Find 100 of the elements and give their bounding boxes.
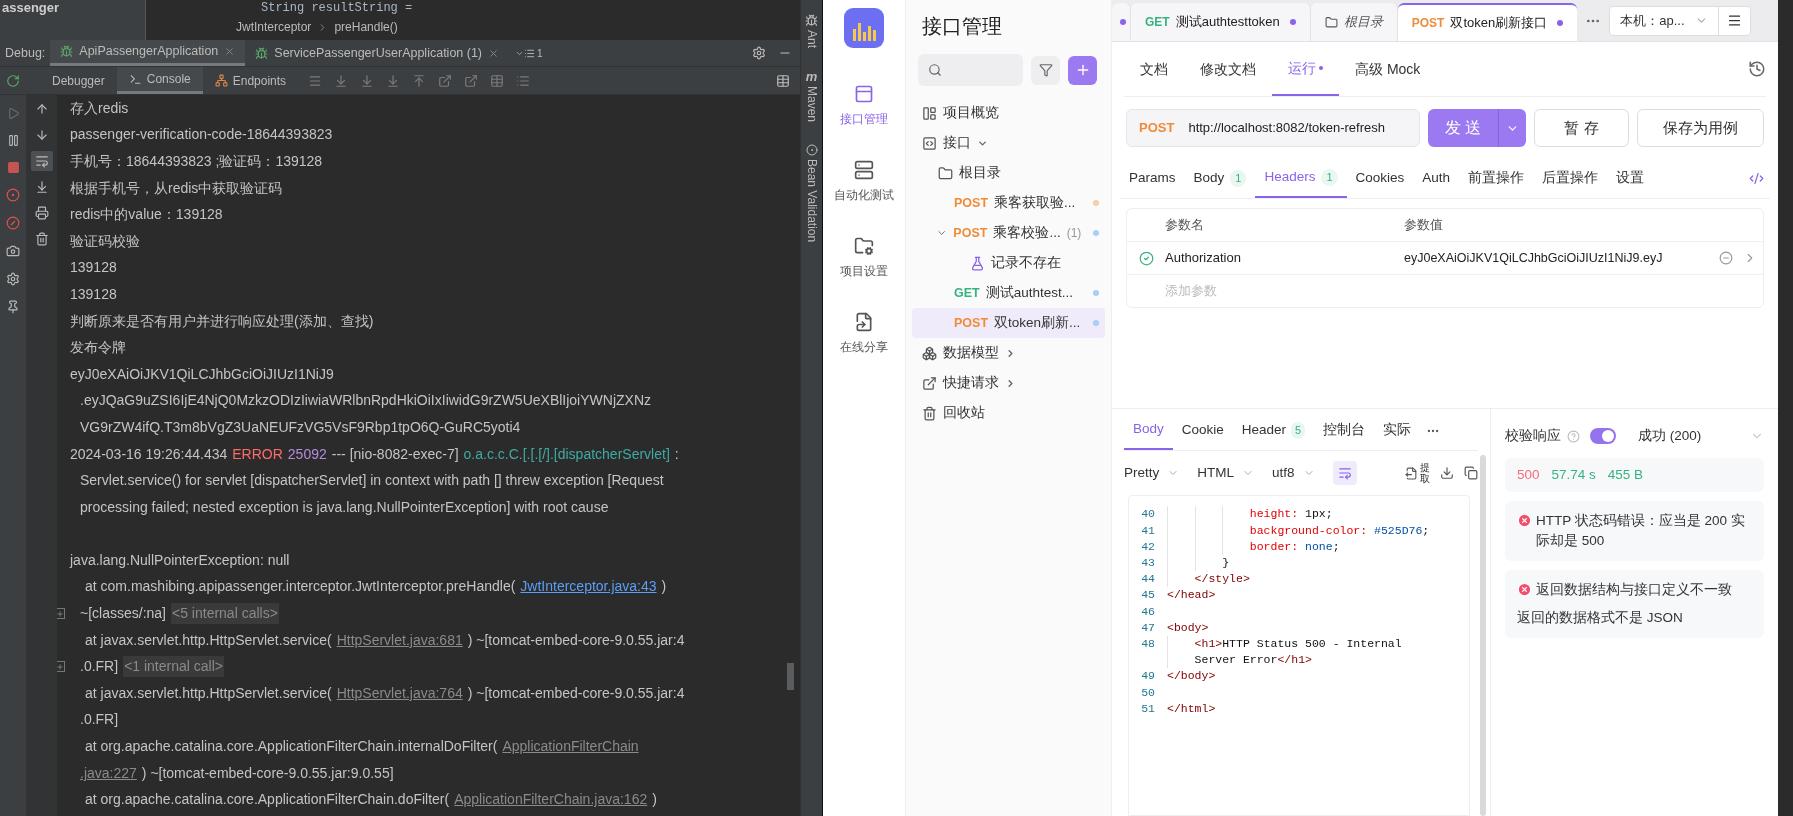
format-select[interactable]: utf8: [1272, 462, 1315, 484]
source-link[interactable]: ApplicationFilterChain.java:162: [454, 789, 648, 811]
filter-button[interactable]: [1031, 55, 1060, 85]
breadcrumb-item[interactable]: preHandle(): [334, 18, 398, 36]
validation-switch[interactable]: [1590, 428, 1616, 444]
caret-right-icon[interactable]: [1005, 377, 1016, 389]
format-select[interactable]: Pretty: [1124, 462, 1180, 484]
doc-tab[interactable]: 运行: [1272, 42, 1339, 96]
param-tab[interactable]: Params: [1120, 159, 1185, 198]
run-tab[interactable]: ServicePassengerUserApplication (1): [245, 40, 510, 66]
mute-breakpoints-icon[interactable]: [6, 216, 20, 230]
param-tab[interactable]: 设置: [1607, 159, 1654, 198]
tree-item[interactable]: 数据模型: [912, 338, 1105, 368]
pause-icon[interactable]: [6, 134, 20, 147]
scrollbar[interactable]: [1480, 455, 1486, 816]
stop-icon[interactable]: [6, 161, 20, 174]
response-tab[interactable]: 实际: [1374, 411, 1421, 450]
doc-tab[interactable]: 文档: [1124, 42, 1184, 96]
response-tab[interactable]: Body: [1124, 411, 1173, 450]
line-number: 50: [1140, 684, 1156, 701]
side-tool-tab[interactable]: Bean Validation: [802, 136, 821, 251]
expand-icon[interactable]: [57, 661, 65, 673]
copy-icon[interactable]: [1464, 466, 1478, 480]
layout-icon: [922, 105, 937, 121]
param-tab[interactable]: 后置操作: [1533, 159, 1608, 198]
extract-button[interactable]: 提取: [1405, 462, 1430, 484]
close-icon[interactable]: [224, 46, 236, 57]
tree-item[interactable]: POST 乘客获取验...: [912, 188, 1105, 218]
camera-icon[interactable]: [6, 244, 20, 258]
settings-icon[interactable]: [6, 272, 20, 286]
save-as-case-button[interactable]: 保存为用例: [1636, 109, 1764, 147]
tool-tab[interactable]: Console: [116, 67, 203, 94]
remove-icon[interactable]: [1719, 251, 1733, 265]
source-link[interactable]: HttpServlet.java:681: [336, 629, 463, 651]
expand-icon[interactable]: [57, 608, 65, 620]
tree-item[interactable]: 项目概览: [912, 98, 1105, 128]
url-field[interactable]: POST http://localhost:8082/token-refresh: [1126, 109, 1421, 147]
tree-item[interactable]: 快捷请求: [912, 368, 1105, 398]
request-tab[interactable]: GET 测试authtesttoken: [1131, 3, 1311, 41]
param-tab[interactable]: Cookies: [1346, 159, 1414, 198]
list-icon[interactable]: [524, 47, 536, 59]
source-link[interactable]: HttpServlet.java:764: [336, 682, 463, 704]
expected-response-select[interactable]: 成功 (200): [1638, 425, 1764, 447]
history-icon[interactable]: [1748, 60, 1766, 78]
tree-item[interactable]: 回收站: [912, 398, 1105, 428]
nav-item[interactable]: 在线分享: [823, 296, 905, 372]
add-button[interactable]: [1068, 55, 1097, 85]
response-tab[interactable]: Cookie: [1172, 411, 1233, 450]
run-tab-label[interactable]: ApiPassengerApplication: [79, 42, 219, 61]
nav-item[interactable]: 项目设置: [823, 220, 905, 296]
doc-tab[interactable]: 高级 Mock: [1339, 42, 1437, 96]
param-tab[interactable]: Body 1: [1184, 159, 1256, 198]
param-tab[interactable]: Headers 1: [1255, 159, 1347, 198]
help-icon[interactable]: [1567, 429, 1580, 443]
wrap-toggle[interactable]: [1332, 461, 1357, 485]
tool-tab[interactable]: Debugger: [40, 67, 117, 94]
wrap-icon[interactable]: [31, 151, 53, 171]
lines-icon[interactable]: [308, 73, 323, 88]
close-icon[interactable]: [488, 47, 500, 59]
code-icon[interactable]: [1749, 171, 1764, 186]
response-tab[interactable]: 控制台: [1314, 411, 1375, 450]
resume-icon[interactable]: [6, 107, 20, 120]
check-icon[interactable]: [1138, 250, 1154, 266]
caret-right-icon[interactable]: [1005, 347, 1016, 359]
tree-item[interactable]: 接口: [912, 128, 1105, 158]
scrollbar[interactable]: [787, 663, 794, 690]
tree-item[interactable]: 记录不存在: [912, 248, 1105, 278]
format-select[interactable]: HTML: [1197, 462, 1254, 484]
settings-icon[interactable]: [752, 46, 766, 60]
request-tab[interactable]: 根目录: [1310, 3, 1398, 41]
param-tab[interactable]: 前置操作: [1459, 159, 1534, 198]
tree-item[interactable]: GET 测试authtest...: [912, 278, 1105, 308]
nav-item[interactable]: 接口管理: [823, 68, 905, 144]
pin-icon[interactable]: [6, 300, 20, 314]
tree-item[interactable]: POST 乘客校验... (1): [912, 218, 1105, 248]
source-link[interactable]: JwtInterceptor.java:43: [520, 576, 657, 598]
param-tab[interactable]: Auth: [1413, 159, 1460, 198]
nav-item[interactable]: 自动化测试: [823, 144, 905, 220]
search-field[interactable]: [918, 54, 1023, 86]
tree-item[interactable]: POST 双token刷新...: [912, 308, 1105, 338]
breakpoints-icon[interactable]: [6, 188, 20, 202]
source-link[interactable]: ApplicationFilterChain: [502, 736, 639, 758]
side-tool-tab[interactable]: m Maven: [802, 62, 821, 131]
request-tab[interactable]: POST 双token刷新接口: [1397, 3, 1578, 41]
download-icon[interactable]: [1440, 466, 1454, 480]
doc-tab[interactable]: 修改文档: [1184, 42, 1272, 96]
list-icon[interactable]: [516, 73, 531, 88]
layout-icon[interactable]: [776, 73, 790, 88]
tool-tab[interactable]: Endpoints: [202, 67, 299, 94]
run-tab-label[interactable]: ServicePassengerUserApplication (1): [274, 43, 483, 63]
save-button[interactable]: 暂 存: [1534, 109, 1629, 147]
source-link[interactable]: .java:227: [80, 762, 137, 784]
response-tab[interactable]: Header 5: [1232, 411, 1315, 450]
request-tab[interactable]: [1112, 3, 1131, 41]
breadcrumb-item[interactable]: JwtInterceptor: [236, 18, 312, 36]
tree-item[interactable]: 根目录: [912, 158, 1105, 188]
rerun-icon[interactable]: [6, 73, 20, 88]
process-id: 25092: [287, 444, 327, 464]
run-tab[interactable]: ApiPassengerApplication: [50, 40, 246, 66]
side-tool-tab[interactable]: Ant: [802, 6, 821, 56]
